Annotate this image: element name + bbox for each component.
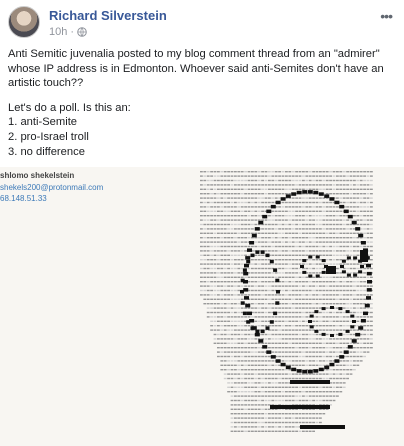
post-meta: 10h · [49,26,87,38]
meta-separator: · [70,26,75,38]
commenter-name: shlomo shekelstein [0,171,75,180]
comment-author-info: shlomo shekelstein shekels200@protonmail… [0,170,103,205]
author-name[interactable]: Richard Silverstein [49,8,167,23]
post-paragraph: Anti Semitic juvenalia posted to my blog… [8,48,384,90]
poll-options: 1. anti-Semite 2. pro-Israel troll 3. no… [8,115,398,159]
more-options-icon[interactable]: ••• [380,8,393,24]
commenter-email: shekels200@protonmail.com [0,182,104,192]
poll-option: 1. anti-Semite [8,116,78,129]
ascii-art-drawing [200,171,373,432]
post-body: Anti Semitic juvenalia posted to my blog… [8,47,398,159]
post-header: Richard Silverstein 10h · ••• [8,6,396,42]
post-image[interactable]: shlomo shekelstein shekels200@protonmail… [0,167,404,446]
post-paragraph: Let's do a poll. Is this an: [8,101,131,114]
post-time[interactable]: 10h [49,26,67,38]
commenter-ip: 68.148.51.33 [0,194,47,203]
poll-option: 3. no difference [8,145,85,158]
poll-option: 2. pro-Israel troll [8,130,89,143]
globe-icon[interactable] [77,27,87,37]
author-avatar[interactable] [8,6,40,38]
